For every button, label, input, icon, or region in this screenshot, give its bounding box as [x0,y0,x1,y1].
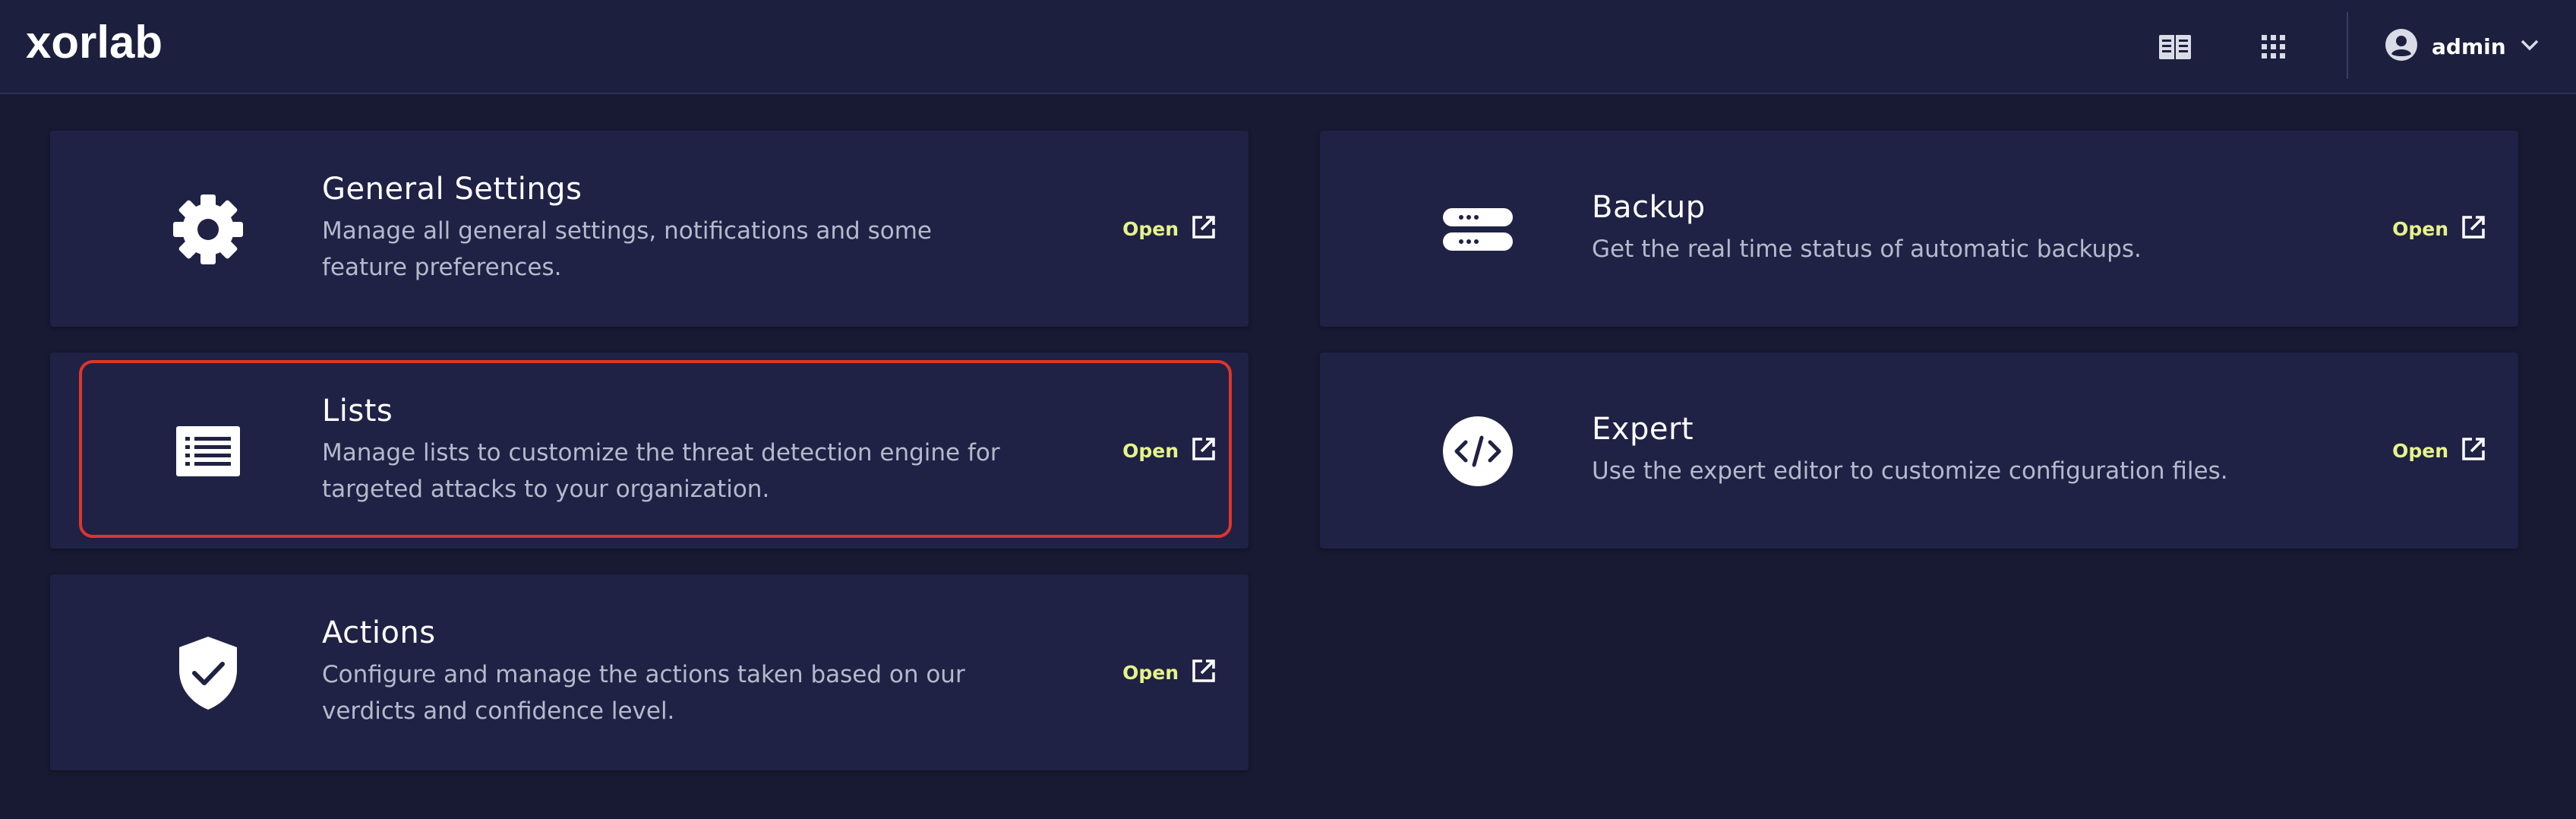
top-bar: xorlab admin [0,0,2576,94]
shield-check-icon [172,637,245,710]
open-general-settings-link[interactable]: Open [1122,214,1217,243]
external-link-icon [1191,214,1217,243]
card-title: Actions [322,615,436,650]
server-icon [1441,193,1514,266]
card-title: Backup [1592,190,1706,225]
external-link-icon [1191,436,1217,465]
open-actions-link[interactable]: Open [1122,658,1217,687]
open-label: Open [1122,217,1179,240]
gear-icon [172,193,245,266]
account-circle-icon [2385,28,2418,65]
card-description: Manage lists to customize the threat det… [322,439,1000,503]
external-link-icon [1191,658,1217,687]
open-expert-link[interactable]: Open [2392,436,2486,465]
card-title: Expert [1592,412,1694,447]
logo-wordmark: xorlab [26,24,163,65]
open-lists-link[interactable]: Open [1122,436,1217,465]
list-icon [172,415,245,488]
card-lists: Lists Manage lists to customize the thre… [50,353,1249,549]
svg-text:xorlab: xorlab [26,24,163,65]
card-description: Manage all general settings, notificatio… [322,217,932,281]
card-description: Configure and manage the actions taken b… [322,661,965,725]
apps-grid-icon[interactable] [2256,29,2292,65]
card-expert: Expert Use the expert editor to customiz… [1320,353,2518,549]
external-link-icon [2461,436,2486,465]
user-menu[interactable]: admin [2385,26,2540,67]
card-title: Lists [322,394,393,428]
card-actions: Actions Configure and manage the actions… [50,574,1249,770]
card-title: General Settings [322,172,582,207]
card-description: Get the real time status of automatic ba… [1592,236,2142,263]
card-general-settings: General Settings Manage all general sett… [50,131,1249,327]
open-label: Open [1122,439,1179,462]
header-divider [2347,12,2348,79]
code-icon [1441,415,1514,488]
xorlab-logo[interactable]: xorlab [26,24,208,65]
card-description: Use the expert editor to customize confi… [1592,457,2228,485]
book-icon[interactable] [2157,29,2193,65]
chevron-down-icon [2520,38,2540,55]
user-name: admin [2432,33,2506,59]
open-backup-link[interactable]: Open [2392,214,2486,243]
open-label: Open [2392,217,2448,240]
open-label: Open [2392,439,2448,462]
card-backup: Backup Get the real time status of autom… [1320,131,2518,327]
open-label: Open [1122,661,1179,684]
external-link-icon [2461,214,2486,243]
